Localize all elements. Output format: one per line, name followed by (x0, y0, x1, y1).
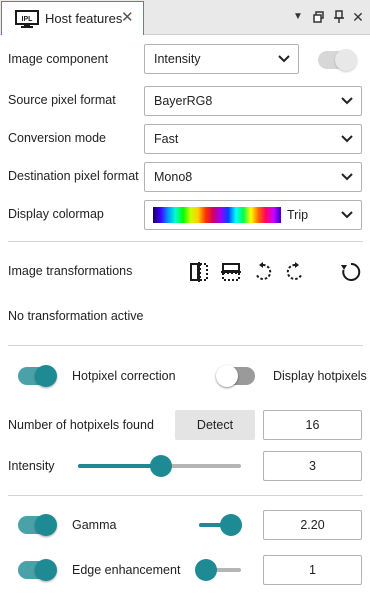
image-component-select[interactable]: Intensity (144, 44, 299, 74)
destination-pixel-format-select[interactable]: Mono8 (144, 162, 362, 192)
destination-pixel-format-value: Mono8 (154, 170, 193, 184)
hotpixels-found-value: 16 (263, 410, 362, 440)
image-component-value: Intensity (154, 52, 201, 66)
hotpixel-correction-toggle[interactable] (18, 365, 57, 387)
divider (8, 495, 363, 496)
chevron-down-icon (278, 55, 290, 63)
detect-button[interactable]: Detect (175, 410, 255, 440)
image-component-toggle[interactable] (318, 49, 357, 71)
edge-enhancement-label: Edge enhancement (72, 563, 181, 577)
destination-pixel-format-label: Destination pixel format (8, 169, 139, 183)
chevron-down-icon (341, 211, 353, 219)
ipl-icon-text: IPL (22, 16, 34, 23)
intensity-label: Intensity (8, 459, 55, 473)
close-window-icon[interactable]: ✕ (350, 9, 366, 25)
display-hotpixels-label: Display hotpixels (273, 369, 367, 383)
source-pixel-format-select[interactable]: BayerRG8 (144, 86, 362, 116)
display-colormap-select[interactable]: Trip (144, 200, 362, 230)
edge-enhancement-toggle[interactable] (18, 559, 57, 581)
divider (8, 345, 363, 346)
hotpixels-found-label: Number of hotpixels found (8, 418, 154, 432)
slider-thumb[interactable] (150, 455, 173, 477)
chevron-down-icon (341, 135, 353, 143)
hotpixel-correction-label: Hotpixel correction (72, 369, 176, 383)
intensity-input[interactable]: 3 (263, 451, 362, 481)
source-pixel-format-value: BayerRG8 (154, 94, 213, 108)
reset-icon[interactable] (340, 261, 362, 283)
display-hotpixels-toggle[interactable] (216, 365, 255, 387)
intensity-slider[interactable] (78, 455, 241, 477)
image-transformations-label: Image transformations (8, 264, 133, 278)
conversion-mode-value: Fast (154, 132, 179, 146)
display-colormap-label: Display colormap (8, 207, 104, 221)
divider (8, 241, 363, 242)
conversion-mode-select[interactable]: Fast (144, 124, 362, 154)
flip-vertical-icon[interactable] (220, 261, 242, 283)
image-component-label: Image component (8, 52, 109, 66)
tab-title: Host features (45, 11, 123, 26)
close-icon[interactable]: ✕ (121, 9, 134, 27)
tab-host-features[interactable]: IPL Host features ✕ (1, 1, 144, 35)
source-pixel-format-label: Source pixel format (8, 93, 116, 107)
slider-thumb[interactable] (220, 514, 242, 536)
chevron-down-icon (341, 97, 353, 105)
rotate-right-icon[interactable] (284, 261, 306, 283)
edge-enhancement-slider[interactable] (195, 559, 241, 581)
ipl-monitor-icon: IPL (15, 10, 39, 28)
rotate-left-icon[interactable] (252, 261, 274, 283)
colormap-preview (153, 207, 281, 223)
gamma-toggle[interactable] (18, 514, 57, 536)
transformation-status: No transformation active (8, 309, 144, 323)
display-colormap-value: Trip (287, 208, 309, 222)
slider-thumb[interactable] (195, 559, 217, 581)
chevron-down-icon[interactable]: ▼ (290, 9, 306, 25)
gamma-input[interactable]: 2.20 (263, 510, 362, 540)
pin-icon[interactable] (331, 9, 347, 25)
title-bar: IPL Host features ✕ ▼ ✕ (0, 0, 370, 35)
chevron-down-icon (341, 173, 353, 181)
edge-enhancement-input[interactable]: 1 (263, 555, 362, 585)
restore-icon[interactable] (311, 9, 327, 25)
gamma-slider[interactable] (199, 514, 242, 536)
flip-horizontal-icon[interactable] (188, 261, 210, 283)
gamma-label: Gamma (72, 518, 117, 532)
conversion-mode-label: Conversion mode (8, 131, 106, 145)
